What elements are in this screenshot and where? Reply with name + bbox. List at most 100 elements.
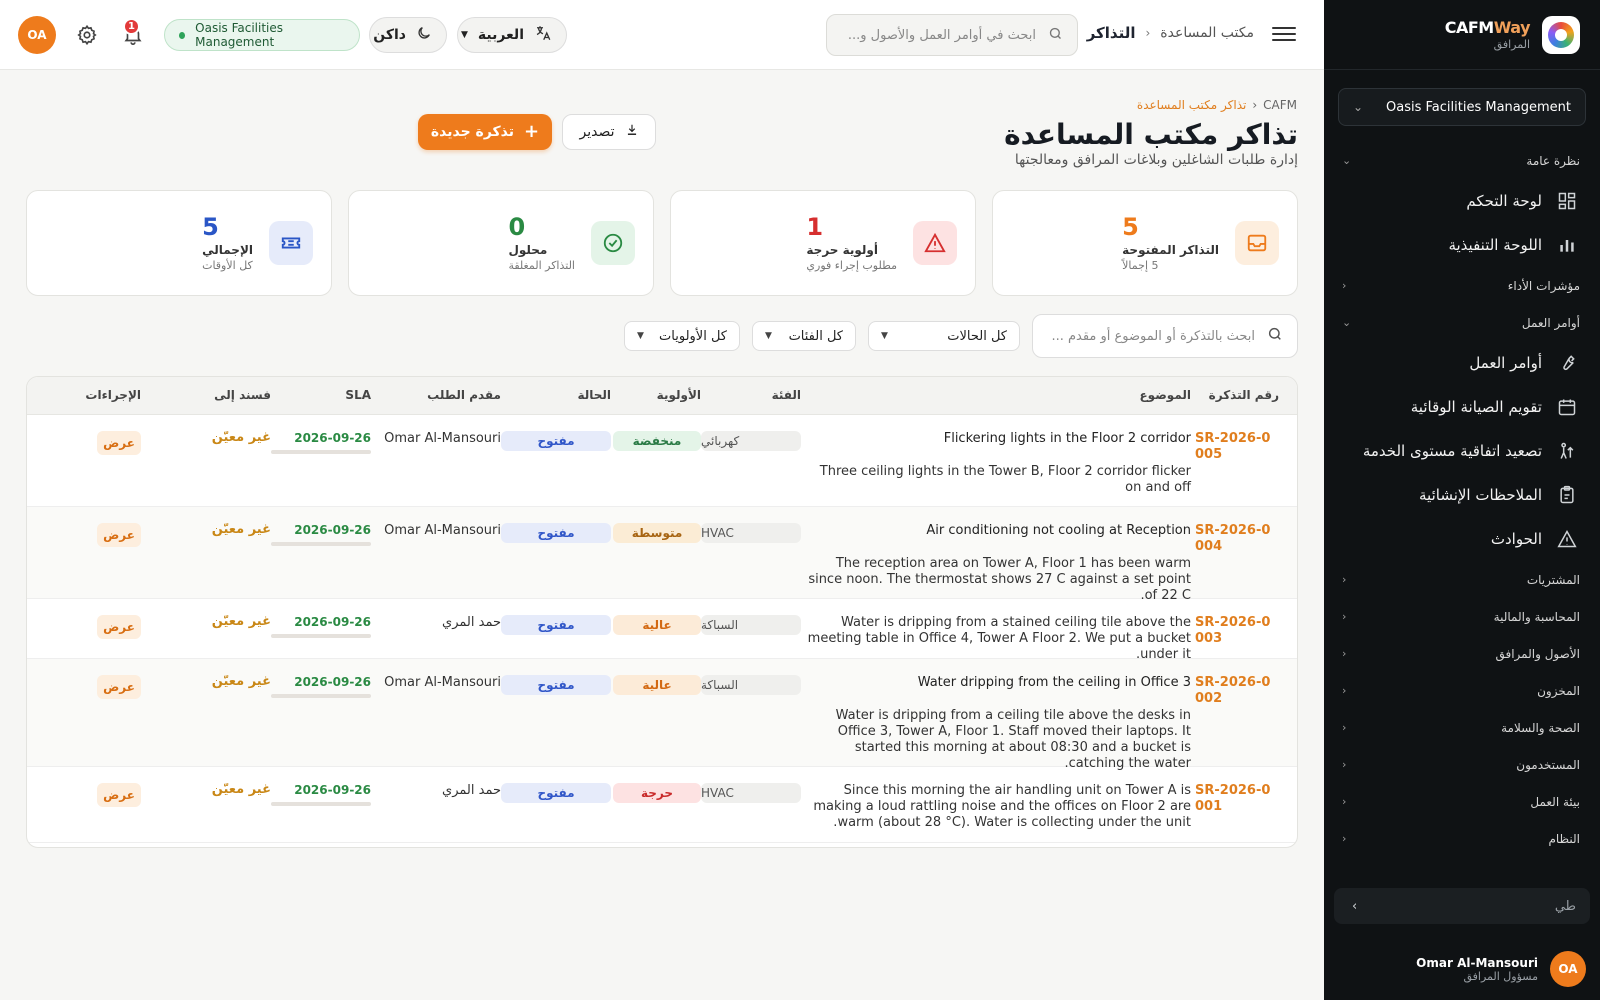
ticket-title: Water dripping from the ceiling in Offic… xyxy=(917,675,1191,690)
stat-card: 1 أولوية حرجة مطلوب إجراء فوري xyxy=(670,190,976,296)
requester-name: Omar Al-Mansouri xyxy=(384,523,501,538)
table-row[interactable]: SR-2026-0003 Water is dripping from a sta… xyxy=(27,599,1297,662)
view-button[interactable]: عرض xyxy=(97,523,141,547)
ticket-id-link[interactable]: SR-2026-0004 xyxy=(1195,523,1279,555)
chevron-left-icon: ‹ xyxy=(1342,610,1347,623)
ticket-id-link[interactable]: SR-2026-0001 xyxy=(1195,783,1279,815)
main-content: CAFM ‹ تذاكر مكتب المساعدة تذاكر مكتب ال… xyxy=(0,70,1324,1000)
organization-badge[interactable]: Oasis Facilities Management xyxy=(164,19,360,51)
ticket-description: Three ceiling lights in the Tower B, Flo… xyxy=(819,464,1191,495)
sidebar-item-label: الملاحظات الإنشائية xyxy=(1419,486,1542,504)
table-row[interactable]: SR-2026-0005 Flickering lights in the Flo… xyxy=(27,415,1297,507)
category-badge: HVAC xyxy=(701,523,801,543)
menu-icon[interactable] xyxy=(1272,22,1296,46)
assignee: غير معيّن xyxy=(211,614,271,629)
collapse-sidebar-button[interactable]: طي › xyxy=(1334,888,1590,924)
header-category[interactable]: الفئة xyxy=(772,388,801,402)
ticket-id-link[interactable]: SR-2026-0005 xyxy=(1195,431,1279,463)
chevron-left-icon: ‹ xyxy=(1145,26,1151,40)
breadcrumb-page[interactable]: تذاكر مكتب المساعدة xyxy=(1137,98,1246,112)
stat-value: 5 xyxy=(202,212,219,241)
nav-section[interactable]: مؤشرات الأداء ‹ xyxy=(1324,267,1600,304)
nav-section[interactable]: الصحة والسلامة ‹ xyxy=(1324,709,1600,746)
sidebar-item[interactable]: الحوادث xyxy=(1324,517,1600,561)
sla-progress-bar xyxy=(271,802,371,806)
organization-badge-label: Oasis Facilities Management xyxy=(195,21,284,49)
chevron-left-icon: ‹ xyxy=(1342,758,1347,771)
view-button[interactable]: عرض xyxy=(97,675,141,699)
brand-subtitle: المرافق xyxy=(1493,38,1530,51)
sla-date: 2026-09-26 xyxy=(294,675,371,689)
nav-section[interactable]: الأصول والمرافق ‹ xyxy=(1324,635,1600,672)
inbox-icon xyxy=(1235,221,1279,265)
ticket-title: Flickering lights in the Floor 2 corrido… xyxy=(943,431,1191,446)
calendar-icon xyxy=(1556,396,1578,418)
sla-progress-bar xyxy=(271,634,371,638)
sidebar-item[interactable]: تصعيد اتفاقية مستوى الخدمة xyxy=(1324,429,1600,473)
stat-value: 5 xyxy=(1122,212,1139,241)
user-profile[interactable]: OA Omar Al-Mansouri مسؤول المرافق xyxy=(1324,938,1600,1000)
header-subject[interactable]: الموضوع xyxy=(1139,388,1191,402)
notifications-button[interactable]: 1 xyxy=(122,18,144,46)
category-filter[interactable]: كل الفئات ▼ xyxy=(752,321,856,351)
global-search-input[interactable]: ابحث في أوامر العمل والأصول و... xyxy=(826,14,1078,56)
sla-progress-bar xyxy=(271,450,371,454)
language-select[interactable]: العربية ▼ xyxy=(457,17,567,53)
nav-section[interactable]: المخزون ‹ xyxy=(1324,672,1600,709)
sidebar-item[interactable]: اللوحة التنفيذية xyxy=(1324,223,1600,267)
theme-toggle[interactable]: داكن xyxy=(369,17,447,53)
nav-section[interactable]: أوامر العمل ⌄ xyxy=(1324,304,1600,341)
table-row[interactable]: SR-2026-0004 Air conditioning not cooling… xyxy=(27,507,1297,603)
organization-select[interactable]: Oasis Facilities Management ⌄ xyxy=(1338,88,1586,126)
nav-section[interactable]: المشتريات ‹ xyxy=(1324,561,1600,598)
header-id[interactable]: رقم التذكرة xyxy=(1209,388,1279,402)
new-ticket-button[interactable]: + تذكرة جديدة xyxy=(418,114,552,150)
nav-section-label: المحاسبة والمالية xyxy=(1493,609,1580,624)
chevron-left-icon: ‹ xyxy=(1252,98,1258,112)
sidebar-item[interactable]: أوامر العمل xyxy=(1324,341,1600,385)
header-assignee[interactable]: فسند إلى xyxy=(214,388,271,402)
tickets-table: رقم التذكرة الموضوع الفئة الأولوية الحال… xyxy=(26,376,1298,848)
category-badge: السباكة xyxy=(701,615,801,635)
category-badge: HVAC xyxy=(701,783,801,803)
table-row[interactable]: SR-2026-0002 Water dripping from the ceil… xyxy=(27,659,1297,771)
view-button[interactable]: عرض xyxy=(97,783,141,807)
header-status[interactable]: الحالة xyxy=(577,388,611,402)
category-filter-value: كل الفئات xyxy=(788,328,843,344)
sidebar-nav: نظرة عامة ⌄ لوحة التحكم اللوحة التنفيذية مؤش… xyxy=(1324,134,1600,857)
new-ticket-label: تذكرة جديدة xyxy=(430,124,515,140)
stat-card: 5 الإجمالي كل الأوقات xyxy=(26,190,332,296)
header-requester[interactable]: مقدم الطلب xyxy=(427,388,501,402)
ticket-id-link[interactable]: SR-2026-0002 xyxy=(1195,675,1279,707)
ticket-id-link[interactable]: SR-2026-0003 xyxy=(1195,615,1279,647)
nav-section[interactable]: المستخدمون ‹ xyxy=(1324,746,1600,783)
sidebar-item[interactable]: الملاحظات الإنشائية xyxy=(1324,473,1600,517)
caret-down-icon: ▼ xyxy=(765,331,772,341)
view-button[interactable]: عرض xyxy=(97,431,141,455)
top-avatar[interactable]: OA xyxy=(18,16,56,54)
table-row[interactable]: SR-2026-0001 Since this morning the air h… xyxy=(27,767,1297,843)
header-priority[interactable]: الأولوية xyxy=(657,388,701,402)
nav-section[interactable]: المحاسبة والمالية ‹ xyxy=(1324,598,1600,635)
nav-section[interactable]: نظرة عامة ⌄ xyxy=(1324,142,1600,179)
status-badge: مفتوح xyxy=(501,783,611,803)
sidebar-item-label: اللوحة التنفيذية xyxy=(1448,236,1542,254)
nav-section-label: الصحة والسلامة xyxy=(1501,720,1580,735)
stat-sub: كل الأوقات xyxy=(202,258,253,272)
view-button[interactable]: عرض xyxy=(97,615,141,639)
sidebar-item[interactable]: لوحة التحكم xyxy=(1324,179,1600,223)
stat-sub: 5 إجمالاً xyxy=(1122,258,1159,272)
settings-button[interactable] xyxy=(76,24,98,46)
sidebar-item[interactable]: تقويم الصيانة الوقائية xyxy=(1324,385,1600,429)
header-sla[interactable]: SLA xyxy=(345,388,371,402)
breadcrumb-parent[interactable]: مكتب المساعدة xyxy=(1160,25,1254,41)
requester-name: حمد المري xyxy=(442,615,501,630)
breadcrumb-root[interactable]: CAFM xyxy=(1263,98,1297,112)
nav-section[interactable]: النظام ‹ xyxy=(1324,820,1600,857)
export-button[interactable]: تصدير xyxy=(562,114,656,150)
ticket-search-input[interactable]: ابحث بالتذكرة أو الموضوع أو مقدم ... xyxy=(1032,314,1298,358)
priority-filter[interactable]: كل الأولويات ▼ xyxy=(624,321,740,351)
header-actions: الإجراءات xyxy=(85,388,141,402)
nav-section[interactable]: بيئة العمل ‹ xyxy=(1324,783,1600,820)
status-filter[interactable]: كل الحالات ▼ xyxy=(868,321,1020,351)
